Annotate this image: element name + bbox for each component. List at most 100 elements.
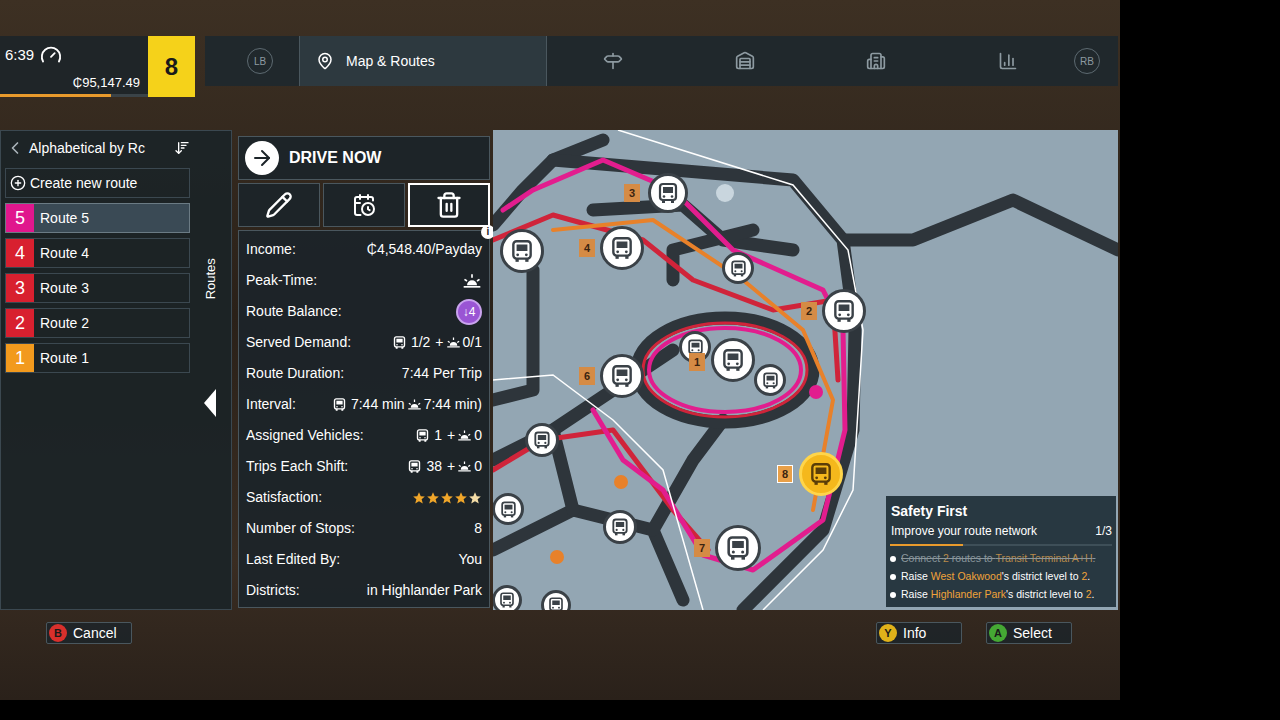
trash-icon bbox=[435, 191, 463, 219]
bus-icon bbox=[609, 235, 635, 261]
bus-icon bbox=[724, 534, 752, 562]
route-stats: iIncome:₵4,548.40/PaydayPeak-Time:Route … bbox=[238, 230, 490, 608]
bus-stop-pin[interactable] bbox=[603, 510, 637, 544]
pin-icon bbox=[316, 52, 334, 70]
bus-stop-pin[interactable] bbox=[500, 229, 544, 273]
stop-number[interactable]: 1 bbox=[689, 353, 705, 371]
stop-number[interactable]: 4 bbox=[579, 239, 595, 257]
main-area: Alphabetical by Rc Create new route 5Route… bbox=[0, 130, 1120, 610]
tab[interactable] bbox=[679, 36, 811, 86]
bus-stop-pin[interactable] bbox=[722, 252, 754, 284]
tab[interactable] bbox=[942, 36, 1074, 86]
route-item[interactable]: 1Route 1 bbox=[5, 343, 190, 373]
route-number: 3 bbox=[6, 274, 34, 302]
footer: BCancel YInfo ASelect bbox=[0, 622, 1120, 644]
bus-stop-pin[interactable] bbox=[541, 590, 571, 610]
sunrise-icon bbox=[457, 428, 472, 443]
tab-bar: LB Map & Routes RB bbox=[205, 36, 1118, 86]
stat-row: Peak-Time: bbox=[246, 265, 482, 296]
bus-icon bbox=[831, 298, 857, 324]
top-bar: 6:39₵95,147.498LBMap & RoutesRB bbox=[0, 36, 1120, 98]
bus-icon bbox=[532, 430, 552, 450]
bus-stop-pin[interactable] bbox=[711, 338, 755, 382]
footer-button[interactable]: YInfo bbox=[876, 622, 962, 644]
rating-stars bbox=[412, 491, 482, 505]
route-number: 1 bbox=[6, 344, 34, 372]
stop-number[interactable]: 3 bbox=[624, 184, 640, 202]
sort-icon bbox=[174, 140, 190, 156]
footer-button[interactable]: BCancel bbox=[46, 622, 132, 644]
sort-selector[interactable]: Alphabetical by Rc bbox=[5, 134, 190, 162]
stop-number[interactable]: 7 bbox=[694, 539, 710, 557]
stop-number[interactable]: 6 bbox=[579, 367, 595, 385]
stat-row: Route Duration:7:44 Per Trip bbox=[246, 358, 482, 389]
schedule-button[interactable] bbox=[323, 183, 405, 227]
speedometer-icon bbox=[40, 44, 62, 66]
stop-number[interactable]: 2 bbox=[801, 302, 817, 320]
collapse-arrow-icon[interactable] bbox=[202, 389, 218, 417]
edit-button[interactable] bbox=[238, 183, 320, 227]
bus-stop-pin[interactable] bbox=[600, 226, 644, 270]
bus-stop-pin[interactable] bbox=[754, 364, 786, 396]
sunrise-icon bbox=[446, 335, 461, 350]
chevron-left-icon bbox=[5, 138, 25, 158]
pencil-icon bbox=[265, 191, 293, 219]
prev-tab-key[interactable]: LB bbox=[247, 48, 273, 74]
balance-badge: ↓4 bbox=[456, 299, 482, 325]
routes-panel: Alphabetical by Rc Create new route 5Route… bbox=[0, 130, 232, 610]
stat-row: Satisfaction: bbox=[246, 482, 482, 513]
tab[interactable] bbox=[547, 36, 679, 86]
quest-panel: Safety FirstImprove your route network1/… bbox=[886, 496, 1116, 607]
tab[interactable]: Map & Routes bbox=[299, 36, 547, 86]
stat-row: Trips Each Shift:38+0 bbox=[246, 451, 482, 482]
quest-progress bbox=[890, 544, 1112, 546]
bus-icon bbox=[720, 347, 746, 373]
bus-stop-pin[interactable] bbox=[822, 289, 866, 333]
bus-stop-pin[interactable] bbox=[493, 493, 524, 525]
route-item[interactable]: 4Route 4 bbox=[5, 238, 190, 268]
footer-button[interactable]: ASelect bbox=[986, 622, 1072, 644]
route-item[interactable]: 2Route 2 bbox=[5, 308, 190, 338]
tab-label: Map & Routes bbox=[346, 51, 435, 72]
bus-stop-pin[interactable] bbox=[600, 354, 644, 398]
drive-now-button[interactable]: DRIVE NOW bbox=[238, 136, 490, 180]
bus-icon bbox=[509, 238, 535, 264]
stat-row: Number of Stops:8 bbox=[246, 513, 482, 544]
quest-count: 1/3 bbox=[1095, 522, 1112, 540]
screen: 6:39₵95,147.498LBMap & RoutesRBAlphabeti… bbox=[0, 0, 1280, 720]
bus-icon bbox=[332, 397, 347, 412]
bus-stop-pin[interactable] bbox=[525, 423, 559, 457]
chart-icon bbox=[998, 51, 1018, 71]
bus-stop-pin[interactable] bbox=[715, 525, 761, 571]
route-map[interactable]: 3 4 2 1 6 8 7 Safety FirstImprove your route ne… bbox=[493, 130, 1118, 610]
selected-stop-pin[interactable] bbox=[799, 452, 843, 496]
stat-row: Served Demand:1/2+0/1 bbox=[246, 327, 482, 358]
player-level: 8 bbox=[148, 36, 195, 97]
bus-icon bbox=[547, 596, 565, 610]
quest-title: Safety First bbox=[890, 501, 1112, 522]
star-icon bbox=[468, 491, 482, 505]
bus-stop-pin[interactable] bbox=[648, 173, 688, 213]
star-icon bbox=[426, 491, 440, 505]
arrow-right-icon bbox=[250, 146, 274, 170]
delete-button[interactable] bbox=[408, 183, 490, 227]
clock-time: 6:39 bbox=[5, 44, 34, 67]
tab[interactable] bbox=[811, 36, 943, 86]
sort-label: Alphabetical by Rc bbox=[29, 138, 145, 159]
bus-stop-pin[interactable] bbox=[493, 585, 522, 610]
game-view: 6:39₵95,147.498LBMap & RoutesRBAlphabeti… bbox=[0, 0, 1120, 700]
bus-stop-icon bbox=[603, 51, 623, 71]
bus-icon bbox=[761, 371, 780, 390]
stop-number[interactable]: 8 bbox=[777, 465, 793, 483]
bus-icon bbox=[498, 591, 516, 609]
stat-row: Route Balance:↓4 bbox=[246, 296, 482, 327]
bus-icon bbox=[610, 517, 630, 537]
routes-side-label: Routes bbox=[201, 258, 221, 299]
route-item[interactable]: 5Route 5 bbox=[5, 203, 190, 233]
next-tab-key[interactable]: RB bbox=[1074, 48, 1100, 74]
depot-icon bbox=[735, 51, 755, 71]
bus-icon bbox=[808, 461, 834, 487]
route-item[interactable]: 3Route 3 bbox=[5, 273, 190, 303]
create-route-button[interactable]: Create new route bbox=[5, 168, 190, 198]
sunrise-icon bbox=[457, 459, 472, 474]
